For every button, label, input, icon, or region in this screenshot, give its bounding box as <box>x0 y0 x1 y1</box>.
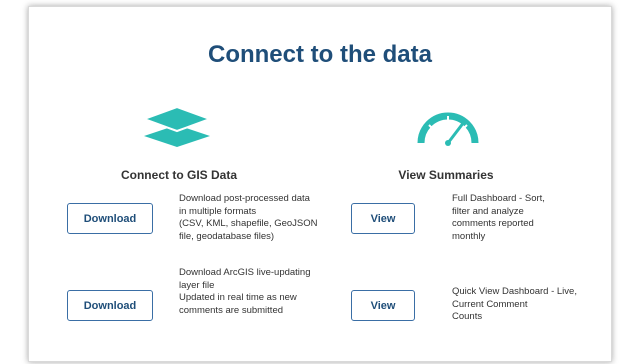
desc-line: comments reported <box>452 218 534 229</box>
gis-data-heading: Connect to GIS Data <box>120 168 237 182</box>
desc-line: Download ArcGIS live-updating <box>179 267 311 278</box>
page-title: Connect to the data <box>207 41 432 68</box>
desc-line: Current Comment <box>452 298 528 310</box>
desc-line: (CSV, KML, shapefile, GeoJSON <box>179 218 318 229</box>
download-data-button[interactable]: Download <box>67 203 153 234</box>
summaries-heading: View Summaries <box>398 168 494 182</box>
desc-line: Full Dashboard - Sort, <box>452 193 545 204</box>
full-dashboard-description: Full Dashboard - Sort, filter and analyz… <box>452 193 592 243</box>
view-full-dashboard-button[interactable]: View <box>351 203 415 234</box>
desc-line: in multiple formats <box>179 205 257 217</box>
quick-dashboard-description: Quick View Dashboard - Live, Current Com… <box>452 286 592 324</box>
desc-line: comments are submitted <box>179 304 284 316</box>
desc-line: monthly <box>452 230 486 242</box>
download-data-description: Download post-processed data in multiple… <box>179 193 319 243</box>
view-quick-dashboard-button[interactable]: View <box>351 290 415 321</box>
desc-line: Counts <box>452 311 483 322</box>
layers-icon <box>141 105 213 156</box>
desc-line: layer file <box>179 279 215 291</box>
desc-line: filter and analyze <box>452 205 524 217</box>
download-layer-description: Download ArcGIS live-updating layer file… <box>179 267 319 317</box>
desc-line: Updated in real time as new <box>179 292 297 303</box>
desc-line: Quick View Dashboard - Live, <box>452 286 577 297</box>
download-layer-button[interactable]: Download <box>67 290 153 321</box>
desc-line: Download post-processed data <box>179 193 310 204</box>
desc-line: file, geodatabase files) <box>179 230 275 242</box>
speedometer-icon <box>415 105 481 152</box>
connect-card: Connect to the data Connect to GIS Data … <box>28 6 612 362</box>
